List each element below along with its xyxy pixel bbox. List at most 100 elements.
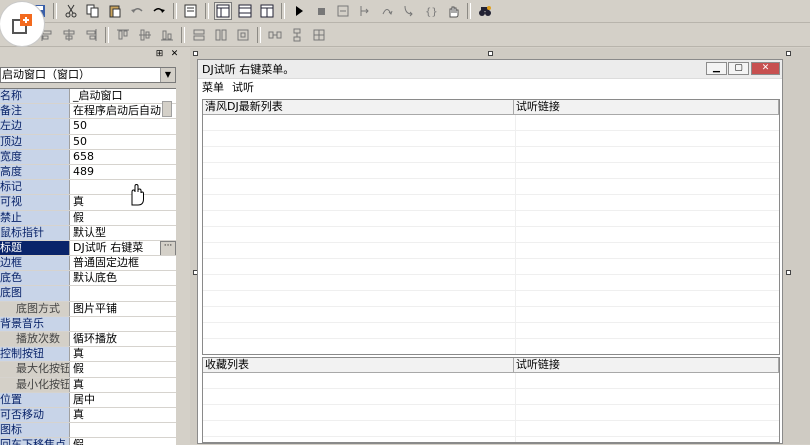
property-row[interactable]: 底图方式 图片平铺 [0, 301, 176, 317]
same-size-icon[interactable] [234, 26, 252, 44]
layout2-icon[interactable] [236, 2, 254, 20]
property-value[interactable]: 普通固定边框 [70, 256, 176, 270]
same-height-icon[interactable] [212, 26, 230, 44]
property-value[interactable] [70, 286, 176, 300]
property-value[interactable]: 真 [70, 195, 176, 209]
search-binoculars-icon[interactable] [476, 2, 494, 20]
property-value[interactable]: 循环播放 [70, 332, 176, 346]
maximize-icon[interactable]: ▢ [728, 62, 749, 75]
property-row[interactable]: 名称 _启动窗口 [0, 89, 176, 105]
property-value[interactable]: 图片平铺 [70, 302, 176, 316]
same-width-icon[interactable] [190, 26, 208, 44]
resize-handle-n[interactable] [488, 51, 493, 56]
property-value[interactable]: 50 [70, 119, 176, 133]
step-into-icon[interactable] [356, 2, 374, 20]
property-value[interactable]: _启动窗口 [70, 89, 176, 103]
property-value-text: 图片平铺 [73, 301, 117, 315]
h-spacing-icon[interactable] [266, 26, 284, 44]
property-value[interactable]: 489 [70, 165, 176, 179]
property-row[interactable]: 标题 DJ试听 右键菜 ··· [0, 240, 176, 257]
property-row[interactable]: 标记 [0, 180, 176, 196]
v-spacing-icon[interactable] [288, 26, 306, 44]
property-row[interactable]: 可否移动真 [0, 407, 176, 424]
center-icon[interactable] [310, 26, 328, 44]
form-window[interactable]: DJ试听 右键菜单。 ▁ ▢ ✕ 菜单 试听 清风DJ最新列表 试听链接 收藏列… [197, 59, 783, 444]
stop-icon[interactable] [312, 2, 330, 20]
property-row[interactable]: 可视真 [0, 195, 176, 211]
favorites-list-view[interactable]: 收藏列表 试听链接 [202, 357, 780, 443]
column-header-favorites[interactable]: 收藏列表 [203, 358, 514, 372]
align-bottom-icon[interactable] [158, 26, 176, 44]
object-selector[interactable]: 启动窗口（窗口） ▼ [0, 67, 176, 83]
close-icon[interactable]: ✕ [751, 62, 780, 75]
step-over-icon[interactable] [378, 2, 396, 20]
copy-icon[interactable] [84, 2, 102, 20]
property-row[interactable]: 最大化按钮假 [0, 362, 176, 378]
hand-icon[interactable] [444, 2, 462, 20]
property-grid-scrollbar[interactable] [162, 101, 172, 117]
property-value[interactable]: 在程序启动后自动 [70, 104, 176, 118]
property-row[interactable]: 底图 [0, 286, 176, 302]
ellipsis-button[interactable]: ··· [160, 240, 176, 256]
layout3-icon[interactable] [258, 2, 276, 20]
property-row[interactable]: 图标 [0, 423, 176, 439]
property-value[interactable]: 真 [70, 347, 176, 361]
property-value[interactable]: 假 [70, 211, 176, 225]
undo-icon[interactable] [128, 2, 146, 20]
resize-handle-nw[interactable] [193, 51, 198, 56]
resize-handle-ne[interactable] [786, 51, 791, 56]
step-out-icon[interactable] [400, 2, 418, 20]
property-value[interactable]: 默认型 [70, 226, 176, 240]
property-value[interactable] [70, 317, 176, 331]
property-row[interactable]: 鼠标指针 默认型 [0, 225, 176, 241]
property-value[interactable]: 居中 [70, 393, 176, 407]
align-top-icon[interactable] [114, 26, 132, 44]
property-name: 播放次数 [0, 332, 70, 347]
layout1-icon[interactable] [214, 2, 232, 20]
chevron-down-icon[interactable]: ▼ [160, 68, 175, 82]
property-row[interactable]: 顶边 50 [0, 134, 176, 150]
column-header-latest-list[interactable]: 清风DJ最新列表 [203, 100, 514, 114]
property-row[interactable]: 备注 在程序启动后自动 [0, 104, 176, 120]
run-to-cursor-icon[interactable]: {} [422, 2, 440, 20]
property-value[interactable] [70, 423, 176, 437]
property-value[interactable]: 默认底色 [70, 271, 176, 285]
redo-icon[interactable] [150, 2, 168, 20]
property-row[interactable]: 左边 50 [0, 119, 176, 135]
step-icon[interactable] [334, 2, 352, 20]
property-value[interactable]: 真 [70, 378, 176, 392]
menu-item-menu[interactable]: 菜单 [202, 79, 224, 95]
property-row[interactable]: 位置 居中 [0, 392, 176, 408]
property-row[interactable]: 高度 489 [0, 164, 176, 181]
property-row[interactable]: 底色 默认底色 [0, 271, 176, 287]
close-icon[interactable]: ✕ [170, 50, 179, 59]
property-value[interactable]: 50 [70, 135, 176, 149]
align-right-icon[interactable] [82, 26, 100, 44]
property-row[interactable]: 最小化按钮真 [0, 377, 176, 393]
property-row[interactable]: 播放次数 循环播放 [0, 332, 176, 348]
minimize-icon[interactable]: ▁ [706, 62, 727, 75]
column-header-listen-link[interactable]: 试听链接 [514, 100, 779, 114]
menu-item-listen[interactable]: 试听 [232, 79, 254, 95]
property-value[interactable]: 假 [70, 362, 176, 376]
paste-icon[interactable] [106, 2, 124, 20]
property-row[interactable]: 背景音乐 [0, 316, 176, 332]
align-middle-icon[interactable] [136, 26, 154, 44]
resize-handle-e[interactable] [786, 270, 791, 275]
column-header-listen-link[interactable]: 试听链接 [514, 358, 779, 372]
property-value[interactable]: 真 [70, 408, 176, 422]
property-row[interactable]: 宽度 658 [0, 149, 176, 165]
property-value[interactable]: DJ试听 右键菜 ··· [70, 240, 176, 256]
property-row[interactable]: 控制按钮真 [0, 347, 176, 363]
latest-list-view[interactable]: 清风DJ最新列表 试听链接 [202, 99, 780, 355]
property-row[interactable]: 禁止假 [0, 210, 176, 226]
property-value[interactable] [70, 180, 176, 194]
pin-icon[interactable]: ⊞ [155, 50, 164, 59]
cut-icon[interactable] [62, 2, 80, 20]
align-center-icon[interactable] [60, 26, 78, 44]
property-row[interactable]: 边框 普通固定边框 [0, 256, 176, 272]
property-value[interactable]: 658 [70, 150, 176, 164]
run-icon[interactable] [290, 2, 308, 20]
find-icon[interactable] [182, 2, 200, 20]
form-titlebar[interactable]: DJ试听 右键菜单。 ▁ ▢ ✕ [198, 60, 782, 79]
